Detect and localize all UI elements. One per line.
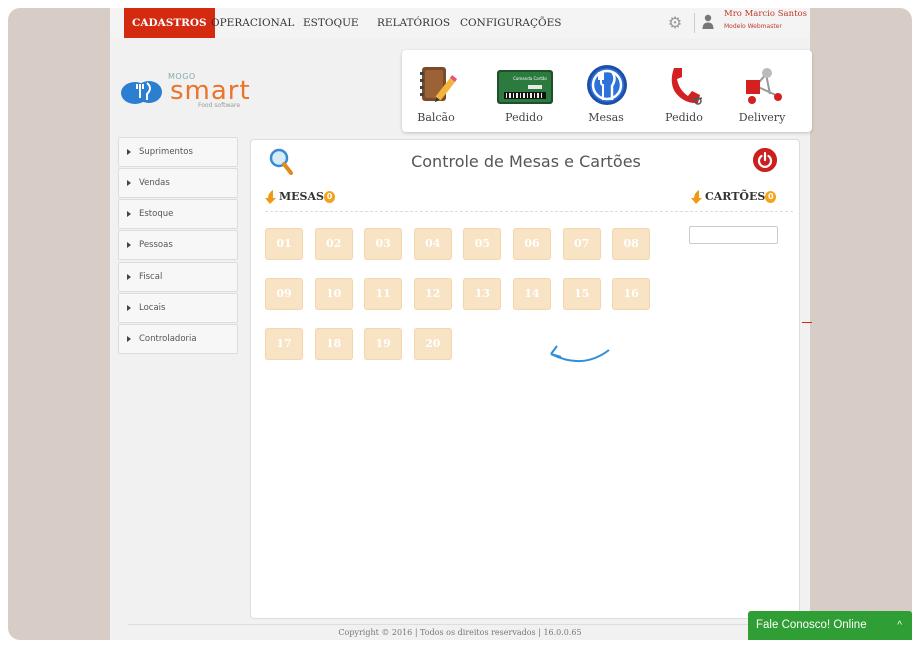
table-button-07[interactable]: 07	[562, 228, 601, 260]
table-button-19[interactable]: 19	[364, 328, 403, 360]
logo-mark-icon	[121, 81, 162, 104]
table-button-04[interactable]: 04	[413, 228, 452, 260]
arrow-down-icon	[265, 190, 276, 204]
red-accent-line	[802, 322, 812, 323]
sidebar-item-estoque[interactable]: Estoque	[118, 199, 238, 229]
chevron-right-icon	[127, 179, 131, 186]
table-button-08[interactable]: 08	[612, 228, 651, 260]
delivery-network-icon	[746, 68, 782, 104]
sidebar-item-fiscal[interactable]: Fiscal	[118, 262, 238, 292]
sidebar-item-locais[interactable]: Locais	[118, 293, 238, 323]
table-button-10[interactable]: 10	[314, 278, 353, 310]
quick-balcao-label: Balcão	[417, 111, 455, 124]
footer-copyright: Copyright © 2016 | Todos os direitos res…	[338, 628, 582, 637]
card-number-input[interactable]	[689, 226, 778, 244]
sidebar-item-label: Pessoas	[139, 240, 173, 250]
quick-mesas-label: Mesas	[588, 111, 624, 124]
chevron-right-icon	[127, 304, 131, 311]
sidebar-item-suprimentos[interactable]: Suprimentos	[118, 137, 238, 167]
chevron-right-icon	[127, 210, 131, 217]
sidebar-item-label: Controladoria	[139, 334, 197, 344]
quick-pedido-card-label: Pedido	[505, 111, 543, 124]
phone-icon	[671, 68, 703, 105]
mesas-header: MESAS 0	[265, 190, 335, 204]
nav-relatorios[interactable]: RELATÓRIOS	[377, 8, 450, 38]
table-button-01[interactable]: 01	[265, 228, 303, 260]
cartoes-count-badge: 0	[765, 191, 777, 203]
logo-tagline: Food software	[198, 102, 241, 109]
gear-icon[interactable]: ⚙	[666, 14, 684, 32]
sidebar-item-controladoria[interactable]: Controladoria	[118, 324, 238, 354]
sidebar-item-label: Vendas	[139, 178, 170, 188]
page: CADASTROS OPERACIONAL ESTOQUE RELATÓRIOS…	[110, 8, 812, 640]
sidebar-item-pessoas[interactable]: Pessoas	[118, 230, 238, 260]
chevron-right-icon	[127, 273, 131, 280]
sidebar-item-label: Locais	[139, 303, 166, 313]
section-divider	[265, 211, 793, 212]
cartoes-header: CARTÕES 0	[691, 190, 777, 204]
mesas-count-badge: 0	[323, 191, 335, 203]
footer-rule	[128, 624, 808, 625]
cartoes-label: CARTÕES	[705, 190, 766, 203]
nav-cadastros[interactable]: CADASTROS	[124, 8, 215, 38]
notebook-pencil-icon	[420, 67, 457, 102]
quick-actions-bar: Balcão Comanda Cartão Pedido Mesas Pedid…	[402, 50, 812, 132]
table-button-17[interactable]: 17	[265, 328, 303, 360]
sidebar-item-label: Fiscal	[139, 272, 163, 282]
sidebar-item-label: Estoque	[139, 209, 174, 219]
app-frame: CADASTROS OPERACIONAL ESTOQUE RELATÓRIOS…	[8, 8, 912, 640]
mesas-panel: Controle de Mesas e Cartões MESAS 0 CARTÕ…	[250, 139, 800, 619]
quick-pedido-phone-button[interactable]: Pedido	[654, 62, 714, 128]
chevron-right-icon	[127, 335, 131, 342]
sidebar-item-vendas[interactable]: Vendas	[118, 168, 238, 198]
nav-configuracoes[interactable]: CONFIGURAÇÕES	[460, 8, 562, 38]
chat-label: Fale Conosco! Online	[756, 619, 867, 631]
nav-operacional[interactable]: OPERACIONAL	[211, 8, 294, 38]
user-role: Modelo Webmaster	[724, 23, 782, 30]
quick-pedido-phone-label: Pedido	[665, 111, 703, 124]
top-nav: CADASTROS OPERACIONAL ESTOQUE RELATÓRIOS…	[110, 8, 810, 38]
table-button-16[interactable]: 16	[612, 278, 651, 310]
power-icon[interactable]	[753, 148, 777, 172]
table-button-09[interactable]: 09	[265, 278, 303, 310]
chevron-right-icon	[127, 148, 131, 155]
user-name[interactable]: Mro Marcio Santos	[724, 9, 807, 19]
table-button-18[interactable]: 18	[314, 328, 353, 360]
sidebar-item-label: Suprimentos	[139, 147, 193, 157]
quick-pedido-card-button[interactable]: Comanda Cartão Pedido	[494, 62, 554, 128]
table-button-13[interactable]: 13	[463, 278, 502, 310]
mesas-label: MESAS	[279, 190, 324, 203]
card-icon: Comanda Cartão	[497, 70, 553, 104]
swipe-arrow-icon	[550, 345, 610, 363]
table-button-20[interactable]: 20	[413, 328, 452, 360]
arrow-down-icon	[691, 190, 702, 204]
quick-balcao-button[interactable]: Balcão	[406, 62, 466, 128]
user-icon[interactable]	[702, 14, 714, 30]
brand-logo[interactable]: MOGO smart Food software	[120, 72, 250, 116]
table-button-02[interactable]: 02	[314, 228, 353, 260]
quick-delivery-button[interactable]: Delivery	[732, 62, 792, 128]
table-button-15[interactable]: 15	[562, 278, 601, 310]
quick-mesas-button[interactable]: Mesas	[576, 62, 636, 128]
table-button-12[interactable]: 12	[413, 278, 452, 310]
chevron-right-icon	[127, 241, 131, 248]
table-button-03[interactable]: 03	[364, 228, 403, 260]
chevron-up-icon: ^	[897, 620, 902, 631]
nav-separator	[694, 13, 695, 33]
table-button-14[interactable]: 14	[513, 278, 551, 310]
quick-delivery-label: Delivery	[738, 111, 786, 124]
card-text: Comanda Cartão	[513, 76, 547, 81]
chat-widget-button[interactable]: Fale Conosco! Online ^	[748, 611, 912, 640]
fork-knife-icon	[587, 65, 627, 105]
table-button-06[interactable]: 06	[513, 228, 551, 260]
table-button-11[interactable]: 11	[364, 278, 403, 310]
panel-title: Controle de Mesas e Cartões	[411, 152, 641, 171]
nav-estoque[interactable]: ESTOQUE	[303, 8, 359, 38]
table-button-05[interactable]: 05	[463, 228, 502, 260]
